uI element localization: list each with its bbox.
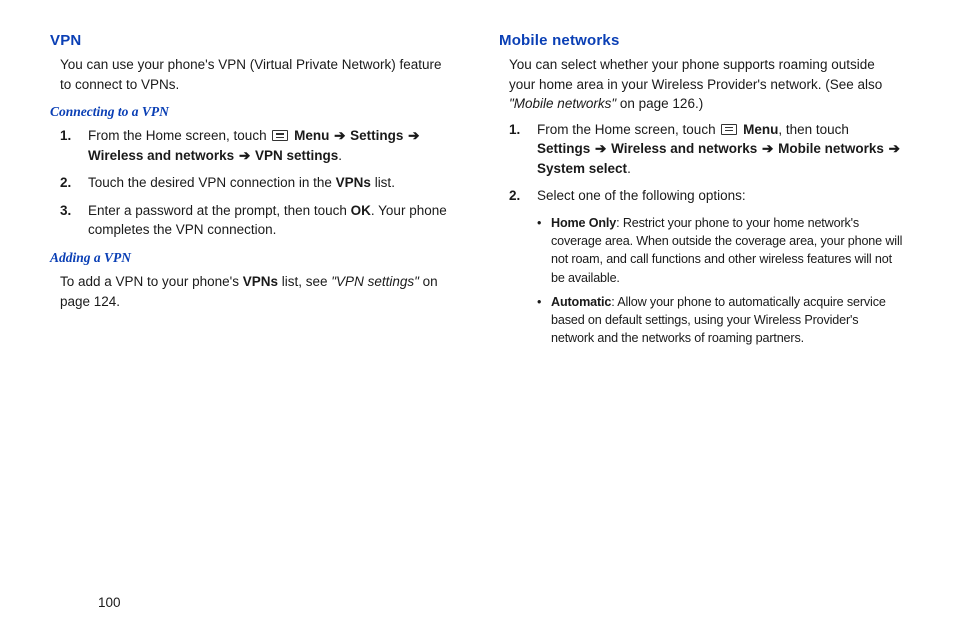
arrow-icon: ➔ — [889, 139, 900, 159]
bold-text: Menu — [290, 128, 333, 143]
bold-text: VPNs — [336, 175, 371, 190]
text-fragment: your Wireless Provider's — [727, 313, 859, 327]
vpn-intro-text: You can use your phone's VPN (Virtual Pr… — [60, 55, 455, 94]
bold-text: System select — [537, 161, 627, 176]
list-item: 2. Select one of the following options: — [509, 186, 904, 206]
text-fragment: network and the networks of roaming part… — [551, 331, 804, 345]
option-name: Automatic — [551, 295, 611, 309]
italic-reference: "VPN settings" — [331, 274, 419, 289]
text-fragment: Touch the desired VPN connection in the — [88, 175, 336, 190]
bold-text: Wireless and networks — [88, 148, 238, 163]
mobile-networks-intro: You can select whether your phone suppor… — [509, 55, 904, 114]
list-item: 1. From the Home screen, touch Menu ➔ Se… — [60, 126, 455, 165]
list-item: 1. From the Home screen, touch Menu, the… — [509, 120, 904, 179]
list-item: 2. Touch the desired VPN connection in t… — [60, 173, 455, 193]
left-column: VPN You can use your phone's VPN (Virtua… — [50, 32, 455, 354]
period: . — [338, 148, 342, 163]
arrow-icon: ➔ — [408, 126, 419, 146]
bullet-icon: • — [537, 293, 551, 348]
arrow-icon: ➔ — [334, 126, 345, 146]
list-item: 3. Enter a password at the prompt, then … — [60, 201, 455, 240]
bold-text: Menu — [739, 122, 778, 137]
bold-text: Settings — [537, 141, 594, 156]
step-number: 1. — [509, 120, 537, 179]
arrow-icon: ➔ — [762, 139, 773, 159]
connecting-steps: 1. From the Home screen, touch Menu ➔ Se… — [60, 126, 455, 240]
step-number: 2. — [509, 186, 537, 206]
arrow-icon: ➔ — [239, 146, 250, 166]
vpn-heading: VPN — [50, 32, 455, 49]
text-fragment: You can select whether your phone suppor… — [509, 57, 882, 92]
text-fragment: , then touch — [778, 122, 849, 137]
page-number: 100 — [98, 595, 121, 610]
adding-heading: Adding a VPN — [50, 250, 455, 266]
bold-text: Mobile networks — [774, 141, 887, 156]
step-number: 1. — [60, 126, 88, 165]
mobile-networks-heading: Mobile networks — [499, 32, 904, 49]
bold-text: VPNs — [243, 274, 278, 289]
two-column-layout: VPN You can use your phone's VPN (Virtua… — [50, 32, 904, 354]
bold-text: OK — [351, 203, 371, 218]
options-list: • Home Only: Restrict your phone to your… — [537, 214, 904, 348]
arrow-icon: ➔ — [595, 139, 606, 159]
step-number: 2. — [60, 173, 88, 193]
step-body: From the Home screen, touch Menu, then t… — [537, 120, 904, 179]
step-body: Touch the desired VPN connection in the … — [88, 173, 455, 193]
italic-reference: "Mobile networks" — [509, 96, 616, 111]
menu-icon — [721, 124, 737, 135]
text-fragment: From the Home screen, touch — [88, 128, 270, 143]
adding-text: To add a VPN to your phone's VPNs list, … — [60, 272, 455, 311]
right-column: Mobile networks You can select whether y… — [499, 32, 904, 354]
bullet-icon: • — [537, 214, 551, 287]
period: . — [627, 161, 631, 176]
option-name: Home Only — [551, 216, 616, 230]
text-fragment: list, see — [278, 274, 331, 289]
bold-text: Settings — [346, 128, 407, 143]
step-body: Enter a password at the prompt, then tou… — [88, 201, 455, 240]
step-number: 3. — [60, 201, 88, 240]
menu-icon — [272, 130, 288, 141]
connecting-heading: Connecting to a VPN — [50, 104, 455, 120]
option-body: Automatic: Allow your phone to automatic… — [551, 293, 904, 348]
text-fragment: list. — [371, 175, 395, 190]
text-fragment: From the Home screen, touch — [537, 122, 719, 137]
option-body: Home Only: Restrict your phone to your h… — [551, 214, 904, 287]
bold-text: Wireless and networks — [607, 141, 761, 156]
step-body: Select one of the following options: — [537, 186, 904, 206]
mobile-networks-steps: 1. From the Home screen, touch Menu, the… — [509, 120, 904, 348]
list-item: • Automatic: Allow your phone to automat… — [537, 293, 904, 348]
list-item: • Home Only: Restrict your phone to your… — [537, 214, 904, 287]
text-fragment: To add a VPN to your phone's — [60, 274, 243, 289]
step-body: From the Home screen, touch Menu ➔ Setti… — [88, 126, 455, 165]
bold-text: VPN settings — [251, 148, 338, 163]
text-fragment: on page 126.) — [616, 96, 703, 111]
text-fragment: Enter a password at the prompt, then tou… — [88, 203, 351, 218]
